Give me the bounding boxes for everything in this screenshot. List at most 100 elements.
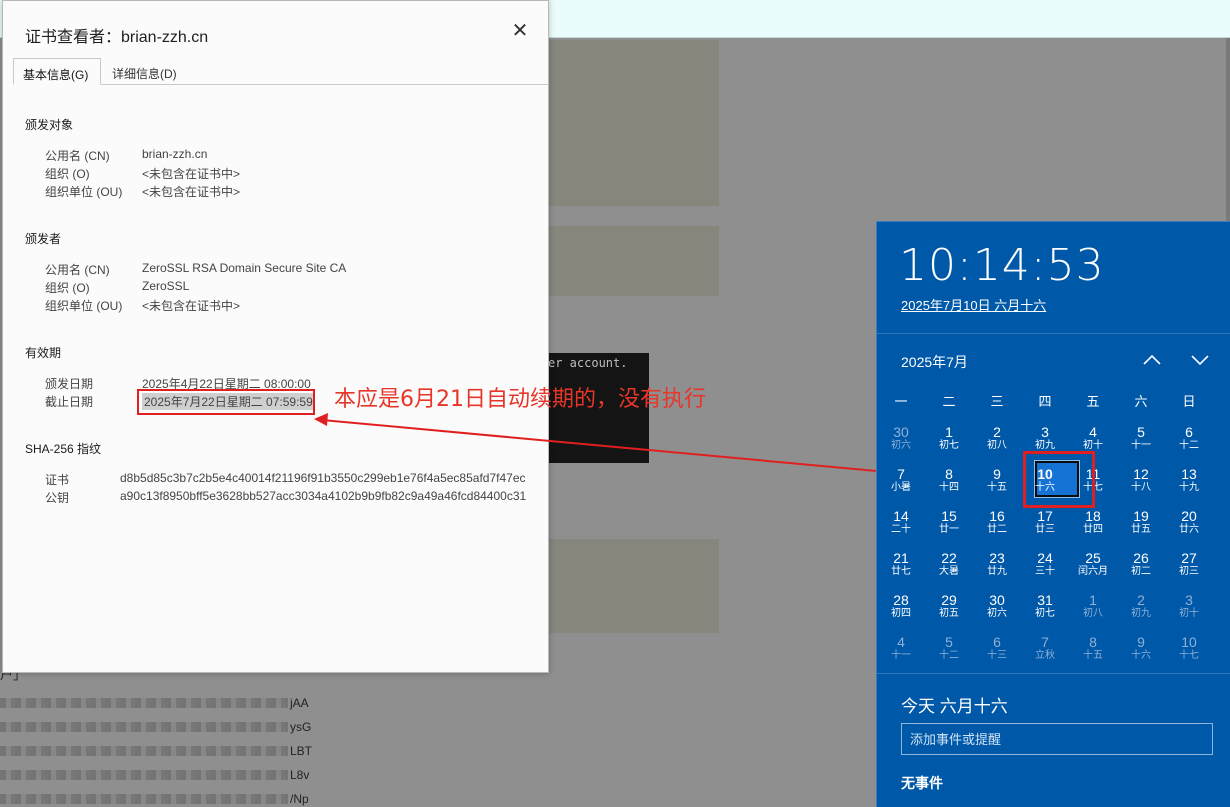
day-number: 30 — [893, 424, 909, 440]
calendar-day[interactable]: 3 初十 — [1165, 590, 1213, 632]
calendar-day[interactable]: 27 初三 — [1165, 548, 1213, 590]
blurred-line-suffix: L8v — [290, 768, 310, 782]
expiry-date-label: 截止日期 — [45, 395, 94, 409]
issued-by-ou-value: <未包含在证书中> — [142, 299, 241, 313]
lunar-date: 廿五 — [1131, 524, 1151, 535]
day-number: 15 — [941, 508, 957, 524]
issued-to-ou-label: 组织单位 (OU) — [45, 185, 123, 199]
lunar-date: 十九 — [1179, 482, 1199, 493]
calendar-day[interactable]: 2 初九 — [1117, 590, 1165, 632]
chevron-down-icon[interactable] — [1187, 348, 1213, 372]
calendar-day[interactable]: 22 大暑 — [925, 548, 973, 590]
calendar-day[interactable]: 31 初七 — [1021, 590, 1069, 632]
calendar-day[interactable]: 7 立秋 — [1021, 632, 1069, 674]
day-number: 28 — [893, 592, 909, 608]
blurred-line-suffix: jAA — [290, 696, 309, 710]
calendar-day[interactable]: 8 十五 — [1069, 632, 1117, 674]
calendar-day[interactable]: 30 初六 — [877, 422, 925, 464]
blurred-line-suffix: ysG — [290, 720, 312, 734]
weekday-header: 一 — [894, 394, 908, 409]
lunar-date: 廿六 — [1179, 524, 1199, 535]
cert-fingerprint-label: 证书 — [45, 473, 70, 487]
calendar-day[interactable]: 6 十三 — [973, 632, 1021, 674]
annotation-text: 本应是6月21日自动续期的，没有执行 — [334, 387, 706, 412]
calendar-day[interactable]: 5 十一 — [1117, 422, 1165, 464]
lunar-date: 初三 — [1179, 566, 1199, 577]
calendar-day[interactable]: 9 十六 — [1117, 632, 1165, 674]
day-number: 2 — [1137, 592, 1145, 608]
month-label[interactable]: 2025年7月 — [901, 352, 968, 372]
calendar-day[interactable]: 16 廿二 — [973, 506, 1021, 548]
day-number: 19 — [1133, 508, 1149, 524]
calendar-day[interactable]: 1 初七 — [925, 422, 973, 464]
calendar-day[interactable]: 24 三十 — [1021, 548, 1069, 590]
lunar-date: 初八 — [1083, 608, 1103, 619]
lunar-date: 十一 — [1131, 440, 1151, 451]
clock-date-link[interactable]: 2025年7月10日 六月十六 — [901, 295, 1046, 314]
issued-date-label: 颁发日期 — [45, 377, 94, 391]
calendar-day[interactable]: 10 十七 — [1165, 632, 1213, 674]
calendar-day[interactable]: 15 廿一 — [925, 506, 973, 548]
divider — [877, 673, 1230, 674]
agenda-title: 今天 六月十六 — [901, 697, 1008, 716]
calendar-day[interactable]: 9 十五 — [973, 464, 1021, 506]
fingerprint-heading: SHA-256 指纹 — [25, 442, 102, 456]
expiry-highlight-box — [137, 389, 315, 415]
calendar-day[interactable]: 6 十二 — [1165, 422, 1213, 464]
lunar-date: 廿四 — [1083, 524, 1103, 535]
lunar-date: 三十 — [1035, 566, 1055, 577]
chevron-up-icon[interactable] — [1139, 348, 1165, 372]
key-fingerprint-label: 公钥 — [45, 491, 70, 505]
issued-by-cn-label: 公用名 (CN) — [45, 263, 110, 277]
calendar-day[interactable]: 20 廿六 — [1165, 506, 1213, 548]
tab-basic-info[interactable]: 基本信息(G) — [13, 58, 101, 85]
calendar-day[interactable]: 18 廿四 — [1069, 506, 1117, 548]
calendar-day[interactable]: 13 十九 — [1165, 464, 1213, 506]
day-number: 4 — [1089, 424, 1097, 440]
issued-to-ou-value: <未包含在证书中> — [142, 185, 241, 199]
calendar-day[interactable]: 25 闰六月 — [1069, 548, 1117, 590]
weekday-header: 三 — [990, 394, 1004, 409]
lunar-date: 廿七 — [891, 566, 911, 577]
calendar-day[interactable]: 1 初八 — [1069, 590, 1117, 632]
calendar-day[interactable]: 19 廿五 — [1117, 506, 1165, 548]
lunar-date: 初七 — [1035, 608, 1055, 619]
close-icon[interactable]: ✕ — [508, 19, 532, 43]
calendar-day[interactable]: 17 廿三 — [1021, 506, 1069, 548]
day-number: 5 — [945, 634, 953, 650]
calendar-day[interactable]: 8 十四 — [925, 464, 973, 506]
day-number: 14 — [893, 508, 909, 524]
calendar-day[interactable]: 12 十八 — [1117, 464, 1165, 506]
calendar-day[interactable]: 4 十一 — [877, 632, 925, 674]
lunar-date: 十三 — [987, 650, 1007, 661]
tab-details[interactable]: 详细信息(D) — [103, 58, 186, 85]
lunar-date: 初四 — [891, 608, 911, 619]
calendar-day[interactable]: 23 廿九 — [973, 548, 1021, 590]
issued-by-o-label: 组织 (O) — [45, 281, 90, 295]
calendar-day[interactable]: 21 廿七 — [877, 548, 925, 590]
lunar-date: 初九 — [1131, 608, 1151, 619]
calendar-day[interactable]: 28 初四 — [877, 590, 925, 632]
calendar-day[interactable]: 7 小暑 — [877, 464, 925, 506]
calendar-day[interactable]: 2 初八 — [973, 422, 1021, 464]
calendar-day[interactable]: 14 二十 — [877, 506, 925, 548]
lunar-date: 十五 — [1083, 650, 1103, 661]
weekday-header: 四 — [1038, 394, 1052, 409]
day-number: 20 — [1181, 508, 1197, 524]
lunar-date: 十四 — [939, 482, 959, 493]
day-number: 12 — [1133, 466, 1149, 482]
day-number: 9 — [1137, 634, 1145, 650]
calendar-day[interactable]: 30 初六 — [973, 590, 1021, 632]
blurred-line — [0, 746, 288, 756]
add-event-input[interactable] — [901, 723, 1213, 755]
lunar-date: 初六 — [891, 440, 911, 451]
calendar-day[interactable]: 26 初二 — [1117, 548, 1165, 590]
calendar-day[interactable]: 5 十二 — [925, 632, 973, 674]
blurred-line — [0, 770, 288, 780]
certificate-viewer-dialog: 证书查看者：brian-zzh.cn ✕ 基本信息(G) 详细信息(D) 颁发对… — [2, 0, 549, 673]
lunar-date: 初二 — [1131, 566, 1151, 577]
today-annotation-box — [1023, 451, 1095, 508]
calendar-day[interactable]: 29 初五 — [925, 590, 973, 632]
lunar-date: 廿九 — [987, 566, 1007, 577]
background-block — [549, 40, 719, 206]
